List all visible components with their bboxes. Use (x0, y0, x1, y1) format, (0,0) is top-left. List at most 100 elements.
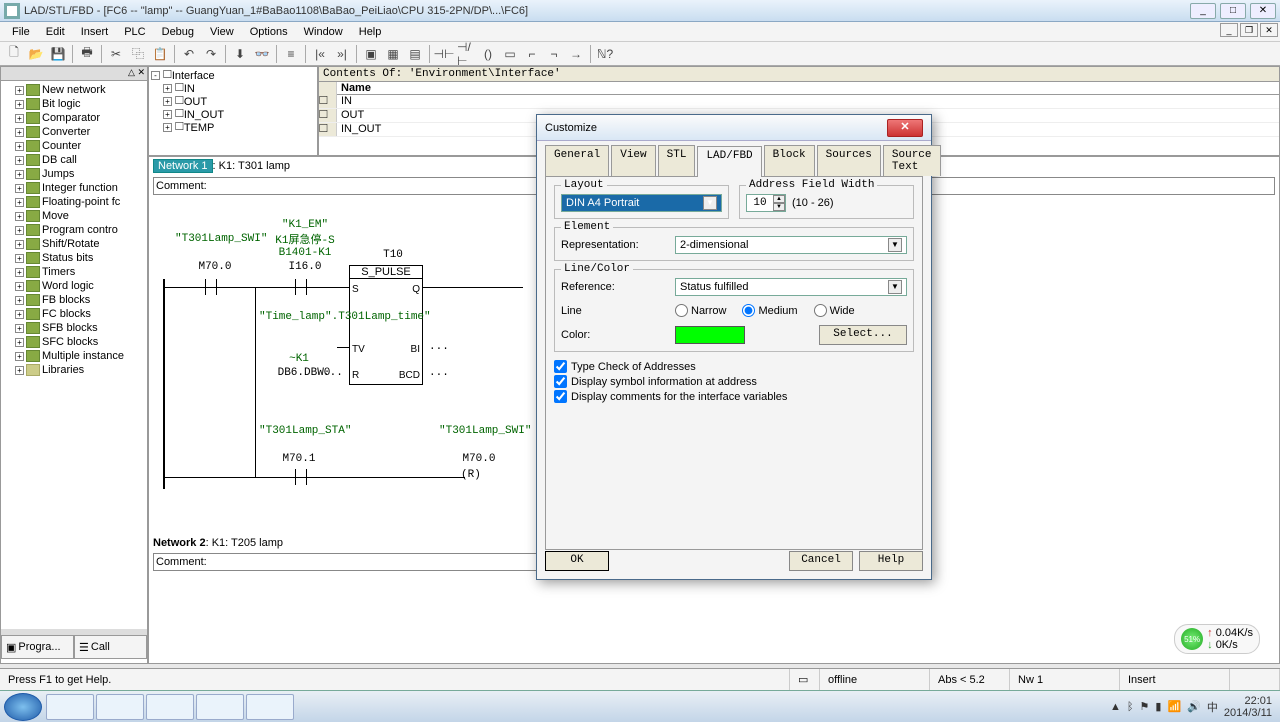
tab-block[interactable]: Block (764, 145, 815, 176)
spin-down[interactable]: ▼ (773, 203, 785, 211)
system-tray[interactable]: ▲ ᛒ ⚑ ▮ 📶 🔊 中 22:01 2014/3/11 (1102, 695, 1280, 719)
task-button[interactable] (146, 694, 194, 720)
expand-icon[interactable]: + (15, 310, 24, 319)
expand-icon[interactable]: + (15, 226, 24, 235)
tree-item[interactable]: +Shift/Rotate (3, 237, 145, 251)
coil-icon[interactable]: () (478, 44, 498, 64)
save-icon[interactable]: 💾 (48, 44, 68, 64)
redo-icon[interactable]: ↷ (201, 44, 221, 64)
mdi-minimize[interactable]: _ (1220, 23, 1238, 37)
check-symbolinfo[interactable]: Display symbol information at address (554, 375, 914, 388)
net-speed-widget[interactable]: 51% ↑ 0.04K/s ↓ 0K/s (1174, 624, 1260, 654)
tree-item[interactable]: +Floating-point fc (3, 195, 145, 209)
tree-item[interactable]: +Move (3, 209, 145, 223)
mdi-close[interactable]: ✕ (1260, 23, 1278, 37)
tab-program[interactable]: ▣Progra... (1, 636, 74, 659)
check-comments[interactable]: Display comments for the interface varia… (554, 390, 914, 403)
cut-icon[interactable]: ✂ (106, 44, 126, 64)
menu-insert[interactable]: Insert (73, 24, 117, 40)
cancel-button[interactable]: Cancel (789, 551, 853, 571)
expand-icon[interactable]: + (163, 110, 172, 119)
paste-icon[interactable]: 📋 (150, 44, 170, 64)
branch-close-icon[interactable]: ¬ (544, 44, 564, 64)
task-button[interactable] (96, 694, 144, 720)
task-button[interactable] (246, 694, 294, 720)
network-badge-plain[interactable]: Network 2 (153, 537, 206, 549)
contact-no-icon[interactable]: ⊣⊢ (434, 44, 454, 64)
grid-cell[interactable]: IN_OUT (337, 123, 385, 136)
menu-view[interactable]: View (202, 24, 242, 40)
tree-item[interactable]: +Converter (3, 125, 145, 139)
iface-node[interactable]: OUT (184, 96, 207, 108)
nav-last-icon[interactable]: »| (332, 44, 352, 64)
expand-icon[interactable]: + (15, 240, 24, 249)
tree-item[interactable]: +Program contro (3, 223, 145, 237)
dialog-close-button[interactable]: ✕ (887, 119, 923, 137)
expand-icon[interactable]: + (15, 254, 24, 263)
expand-icon[interactable]: + (15, 142, 24, 151)
new-network-icon[interactable]: ▣ (361, 44, 381, 64)
select-color-button[interactable]: Select... (819, 325, 907, 345)
menu-help[interactable]: Help (351, 24, 390, 40)
expand-icon[interactable]: + (15, 184, 24, 193)
maximize-button[interactable]: □ (1220, 3, 1246, 19)
connection-icon[interactable]: → (566, 44, 586, 64)
catalog-icon[interactable]: ≡ (281, 44, 301, 64)
no-contact[interactable] (197, 279, 225, 295)
box-icon[interactable]: ▭ (500, 44, 520, 64)
timer-box[interactable]: S_PULSE S Q TV BI R BCD (349, 265, 423, 385)
open-icon[interactable]: 📂 (26, 44, 46, 64)
print-icon[interactable]: 🖶 (77, 44, 97, 64)
expand-icon[interactable]: + (163, 84, 172, 93)
start-button[interactable] (4, 693, 42, 721)
representation-combo[interactable]: 2-dimensional ▼ (675, 236, 907, 254)
tab-general[interactable]: General (545, 145, 609, 176)
interface-tree[interactable]: -🞎 Interface +🞎 IN +🞎 OUT +🞎 IN_OUT +🞎 T… (148, 66, 318, 156)
tab-view[interactable]: View (611, 145, 655, 176)
network-badge[interactable]: Network 1 (153, 159, 213, 173)
no-contact[interactable] (287, 279, 315, 295)
no-contact[interactable] (287, 469, 315, 485)
menu-file[interactable]: File (4, 24, 38, 40)
expand-icon[interactable]: + (15, 100, 24, 109)
radio-medium[interactable]: Medium (742, 304, 797, 317)
help-button[interactable]: Help (859, 551, 923, 571)
expand-icon[interactable]: + (15, 324, 24, 333)
nav-first-icon[interactable]: |« (310, 44, 330, 64)
close-button[interactable]: ✕ (1250, 3, 1276, 19)
iface-node[interactable]: TEMP (184, 122, 215, 134)
tree-item[interactable]: +Counter (3, 139, 145, 153)
expand-icon[interactable]: + (15, 338, 24, 347)
menu-edit[interactable]: Edit (38, 24, 73, 40)
column-header[interactable]: Name (337, 82, 1279, 95)
menu-window[interactable]: Window (296, 24, 351, 40)
layout-combo[interactable]: DIN A4 Portrait ▼ (561, 194, 722, 212)
tray-icon[interactable]: ▲ (1110, 701, 1121, 713)
ime-icon[interactable]: 中 (1207, 699, 1218, 715)
expand-icon[interactable]: + (15, 114, 24, 123)
dialog-titlebar[interactable]: Customize ✕ (537, 115, 931, 141)
tree-item[interactable]: +Jumps (3, 167, 145, 181)
check-typecheck[interactable]: Type Check of Addresses (554, 360, 914, 373)
tree-item[interactable]: +Status bits (3, 251, 145, 265)
tree-item[interactable]: +Multiple instance (3, 349, 145, 363)
chevron-down-icon[interactable]: ▼ (888, 238, 902, 252)
tab-ladfbd[interactable]: LAD/FBD (697, 146, 761, 177)
task-button[interactable] (196, 694, 244, 720)
expand-icon[interactable]: + (15, 170, 24, 179)
tree-item[interactable]: +DB call (3, 153, 145, 167)
tree-item[interactable]: +SFB blocks (3, 321, 145, 335)
expand-icon[interactable]: + (15, 86, 24, 95)
tab-sources[interactable]: Sources (817, 145, 881, 176)
menu-plc[interactable]: PLC (116, 24, 153, 40)
spin-up[interactable]: ▲ (773, 195, 785, 203)
expand-icon[interactable]: + (15, 128, 24, 137)
tree-item[interactable]: +Timers (3, 265, 145, 279)
expand-icon[interactable]: + (15, 282, 24, 291)
bluetooth-icon[interactable]: ᛒ (1127, 701, 1134, 713)
task-button[interactable] (46, 694, 94, 720)
expand-icon[interactable]: + (15, 198, 24, 207)
volume-icon[interactable]: 🔊 (1187, 700, 1201, 713)
menu-debug[interactable]: Debug (154, 24, 202, 40)
expand-icon[interactable]: + (15, 156, 24, 165)
